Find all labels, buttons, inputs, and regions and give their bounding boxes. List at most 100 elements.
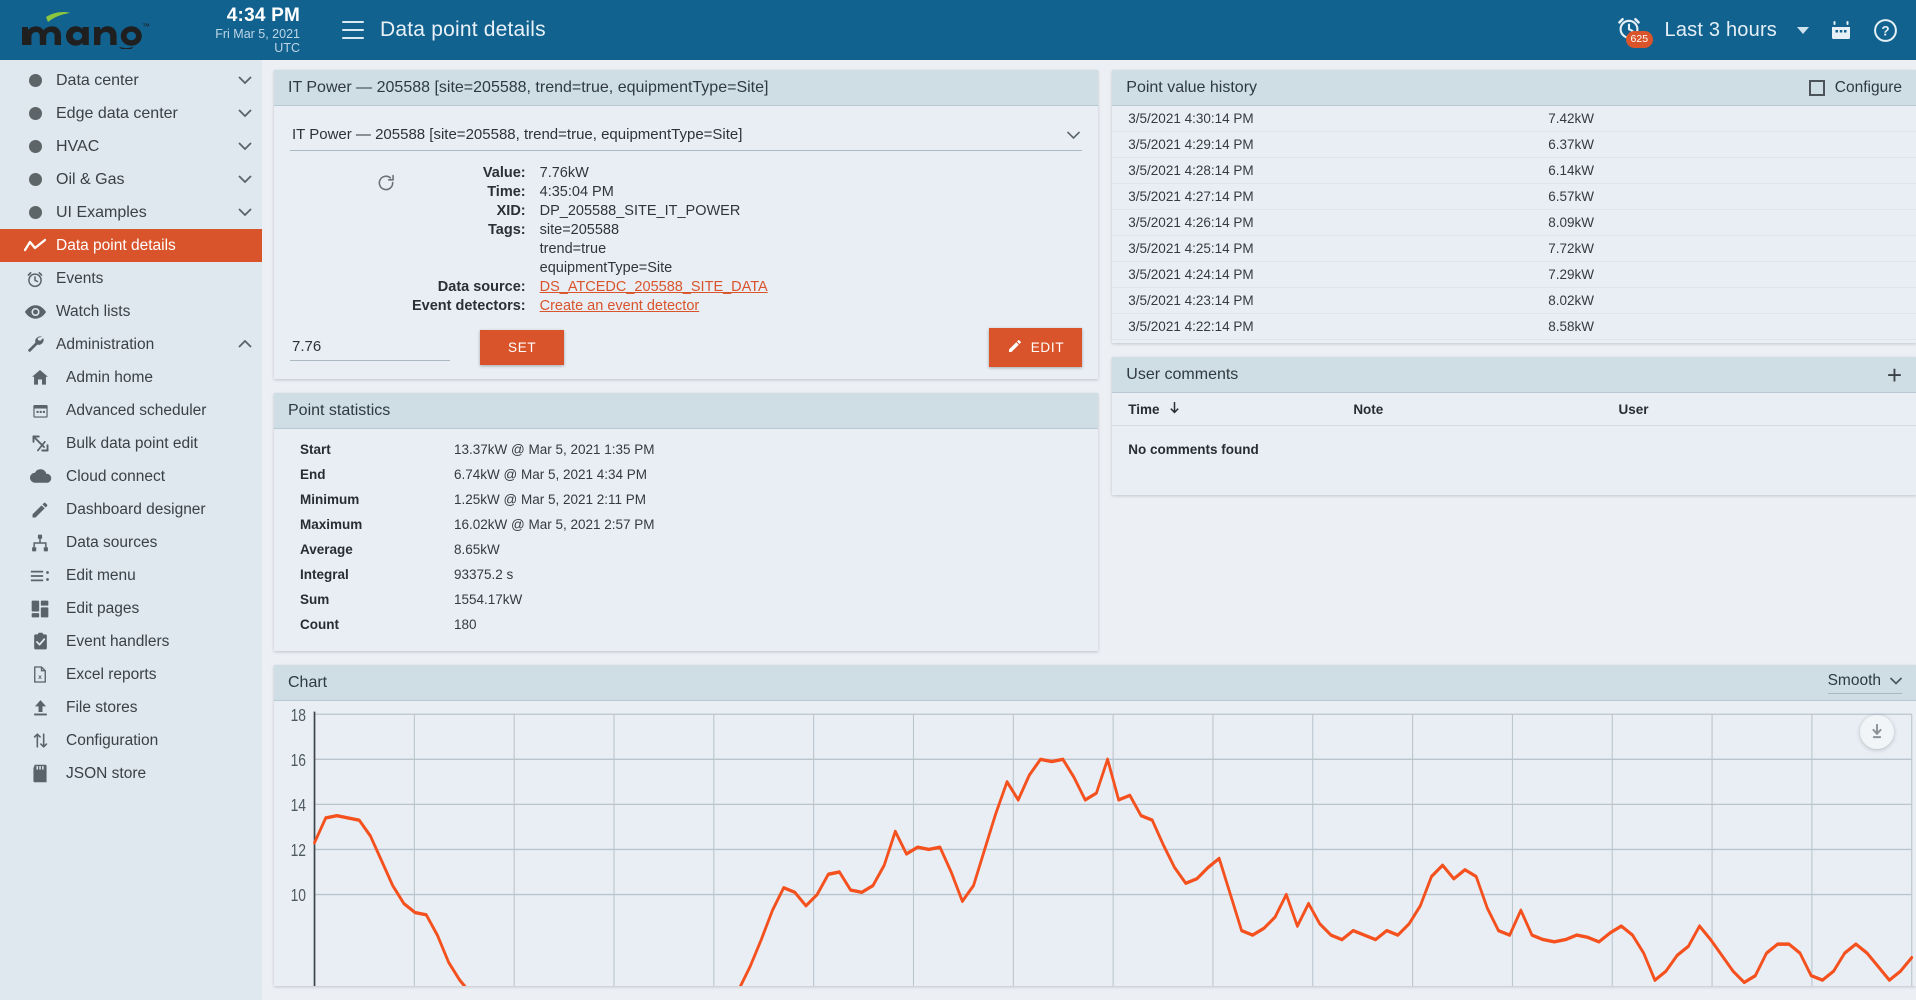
sidebar-item-edit-menu[interactable]: Edit menu bbox=[0, 559, 262, 592]
refresh-icon[interactable] bbox=[290, 165, 400, 198]
alarm-clock-icon bbox=[14, 269, 56, 289]
sidebar-label: Cloud connect bbox=[66, 467, 166, 485]
sidebar-group-edge-data-center[interactable]: Edge data center bbox=[0, 97, 262, 130]
history-time: 3/5/2021 4:21:14 PM bbox=[1112, 339, 1539, 343]
sidebar-item-events[interactable]: Events bbox=[0, 262, 262, 295]
help-icon[interactable]: ? bbox=[1873, 18, 1898, 43]
table-row[interactable]: 3/5/2021 4:28:14 PM 6.14kW bbox=[1112, 157, 1916, 184]
set-value-input[interactable] bbox=[290, 334, 450, 361]
sidebar-label: Edit pages bbox=[66, 599, 140, 617]
user-comments-card: User comments + Time Note User No commen… bbox=[1112, 357, 1916, 495]
chevron-down-icon[interactable] bbox=[228, 208, 262, 217]
alarm-count-badge: 625 bbox=[1625, 31, 1654, 48]
table-row: No comments found bbox=[1112, 426, 1916, 474]
stat-value: 180 bbox=[454, 617, 477, 632]
comments-col-user[interactable]: User bbox=[1602, 393, 1916, 426]
detail-label: XID: bbox=[496, 203, 526, 219]
configure-checkbox[interactable] bbox=[1808, 79, 1825, 96]
chevron-up-icon[interactable] bbox=[228, 340, 262, 349]
table-row[interactable]: 3/5/2021 4:29:14 PM 6.37kW bbox=[1112, 131, 1916, 158]
sidebar-item-cloud-connect[interactable]: Cloud connect bbox=[0, 460, 262, 493]
add-comment-icon[interactable]: + bbox=[1887, 362, 1902, 388]
configure-label[interactable]: Configure bbox=[1835, 79, 1902, 97]
chevron-down-icon[interactable] bbox=[1889, 672, 1903, 690]
sidebar-item-event-handlers[interactable]: Event handlers bbox=[0, 625, 262, 658]
chart-svg: 18 16 14 12 10 bbox=[291, 707, 1914, 986]
sort-down-icon bbox=[1169, 402, 1180, 417]
chevron-down-icon[interactable] bbox=[228, 142, 262, 151]
main-content: IT Power — 205588 [site=205588, trend=tr… bbox=[262, 60, 1916, 1000]
sidebar-item-dashboard-designer[interactable]: Dashboard designer bbox=[0, 493, 262, 526]
chart-plot-area[interactable]: 18 16 14 12 10 bbox=[274, 701, 1916, 986]
mango-logo-icon[interactable]: ™ bbox=[18, 11, 205, 49]
sidebar-item-configuration[interactable]: Configuration bbox=[0, 724, 262, 757]
event-detectors-label: Event detectors: bbox=[412, 298, 526, 314]
sidebar-item-admin-home[interactable]: Admin home bbox=[0, 361, 262, 394]
table-row: Minimum 1.25kW @ Mar 5, 2021 2:11 PM bbox=[274, 487, 1088, 512]
table-row[interactable]: 3/5/2021 4:26:14 PM 8.09kW bbox=[1112, 209, 1916, 236]
stat-value: 1.25kW @ Mar 5, 2021 2:11 PM bbox=[454, 492, 647, 507]
menu-list-icon bbox=[14, 568, 66, 584]
table-row: Average 8.65kW bbox=[274, 537, 1088, 562]
point-selector-dropdown[interactable]: IT Power — 205588 [site=205588, trend=tr… bbox=[290, 120, 1083, 151]
history-time: 3/5/2021 4:22:14 PM bbox=[1112, 313, 1539, 340]
sidebar-group-oil-and-gas[interactable]: Oil & Gas bbox=[0, 163, 262, 196]
set-button[interactable]: SET bbox=[480, 330, 565, 365]
sidebar-item-data-point-details[interactable]: Data point details bbox=[0, 229, 262, 262]
stat-label: Count bbox=[300, 617, 339, 632]
calendar-icon bbox=[14, 401, 66, 420]
history-value: 8.66kW bbox=[1538, 339, 1916, 343]
dot-icon bbox=[14, 206, 56, 219]
svg-text:?: ? bbox=[1881, 23, 1889, 38]
sidebar-item-bulk-data-point-edit[interactable]: Bulk data point edit bbox=[0, 427, 262, 460]
sidebar-label: Events bbox=[56, 269, 104, 287]
sidebar-item-file-stores[interactable]: File stores bbox=[0, 691, 262, 724]
sidebar-group-hvac[interactable]: HVAC bbox=[0, 130, 262, 163]
sidebar-item-edit-pages[interactable]: Edit pages bbox=[0, 592, 262, 625]
edit-button[interactable]: EDIT bbox=[988, 328, 1083, 367]
chevron-down-icon[interactable] bbox=[1067, 126, 1081, 143]
download-chart-icon[interactable] bbox=[1860, 715, 1894, 749]
comments-col-time[interactable]: Time bbox=[1112, 393, 1338, 426]
history-value: 6.14kW bbox=[1538, 157, 1916, 184]
table-row[interactable]: 3/5/2021 4:21:14 PM8.66kW bbox=[1112, 339, 1916, 343]
chevron-down-icon[interactable] bbox=[228, 76, 262, 85]
stat-value: 16.02kW @ Mar 5, 2021 2:57 PM bbox=[454, 517, 655, 532]
chart-style-selector[interactable]: Smooth bbox=[1827, 672, 1903, 694]
svg-text:12: 12 bbox=[291, 842, 306, 861]
menu-toggle-icon[interactable] bbox=[342, 21, 364, 39]
table-row[interactable]: 3/5/2021 4:22:14 PM 8.58kW bbox=[1112, 313, 1916, 340]
table-row[interactable]: 3/5/2021 4:30:14 PM 7.42kW bbox=[1112, 106, 1916, 132]
sidebar-item-administration[interactable]: Administration bbox=[0, 328, 262, 361]
sidebar-item-data-sources[interactable]: Data sources bbox=[0, 526, 262, 559]
history-value: 7.42kW bbox=[1538, 106, 1916, 132]
detail-value: 4:35:04 PM bbox=[539, 184, 614, 200]
home-icon bbox=[14, 368, 66, 387]
sidebar-item-json-store[interactable]: JSON store bbox=[0, 757, 262, 790]
svg-text:x: x bbox=[38, 674, 42, 681]
create-event-detector-link[interactable]: Create an event detector bbox=[540, 298, 700, 314]
data-source-link[interactable]: DS_ATCEDC_205588_SITE_DATA bbox=[540, 279, 768, 295]
table-row[interactable]: 3/5/2021 4:25:14 PM 7.72kW bbox=[1112, 235, 1916, 262]
sidebar-item-advanced-scheduler[interactable]: Advanced scheduler bbox=[0, 394, 262, 427]
chevron-down-icon[interactable] bbox=[228, 109, 262, 118]
table-row[interactable]: 3/5/2021 4:24:14 PM 7.29kW bbox=[1112, 261, 1916, 288]
detail-label: Tags: bbox=[488, 222, 526, 238]
time-range-selector[interactable]: Last 3 hours bbox=[1665, 19, 1777, 42]
table-row[interactable]: 3/5/2021 4:27:14 PM 6.57kW bbox=[1112, 183, 1916, 210]
stat-label: Minimum bbox=[300, 492, 360, 507]
chevron-down-icon[interactable] bbox=[228, 175, 262, 184]
chart-header: Chart Smooth bbox=[274, 665, 1916, 701]
comments-col-note[interactable]: Note bbox=[1337, 393, 1603, 426]
sidebar-group-data-center[interactable]: Data center bbox=[0, 64, 262, 97]
point-value-history-scroll[interactable]: 3/5/2021 4:30:14 PM 7.42kW 3/5/2021 4:29:… bbox=[1112, 106, 1916, 343]
chevron-down-icon[interactable] bbox=[1797, 26, 1809, 34]
sidebar-item-excel-reports[interactable]: x Excel reports bbox=[0, 658, 262, 691]
calendar-icon[interactable] bbox=[1829, 18, 1853, 42]
memory-card-icon bbox=[14, 763, 66, 784]
sidebar-item-watch-lists[interactable]: Watch lists bbox=[0, 295, 262, 328]
sidebar-group-ui-examples[interactable]: UI Examples bbox=[0, 196, 262, 229]
table-row[interactable]: 3/5/2021 4:23:14 PM 8.02kW bbox=[1112, 287, 1916, 314]
top-bar-actions: 625 Last 3 hours ? bbox=[1615, 14, 1898, 48]
alarm-bell-icon[interactable]: 625 bbox=[1615, 14, 1654, 48]
